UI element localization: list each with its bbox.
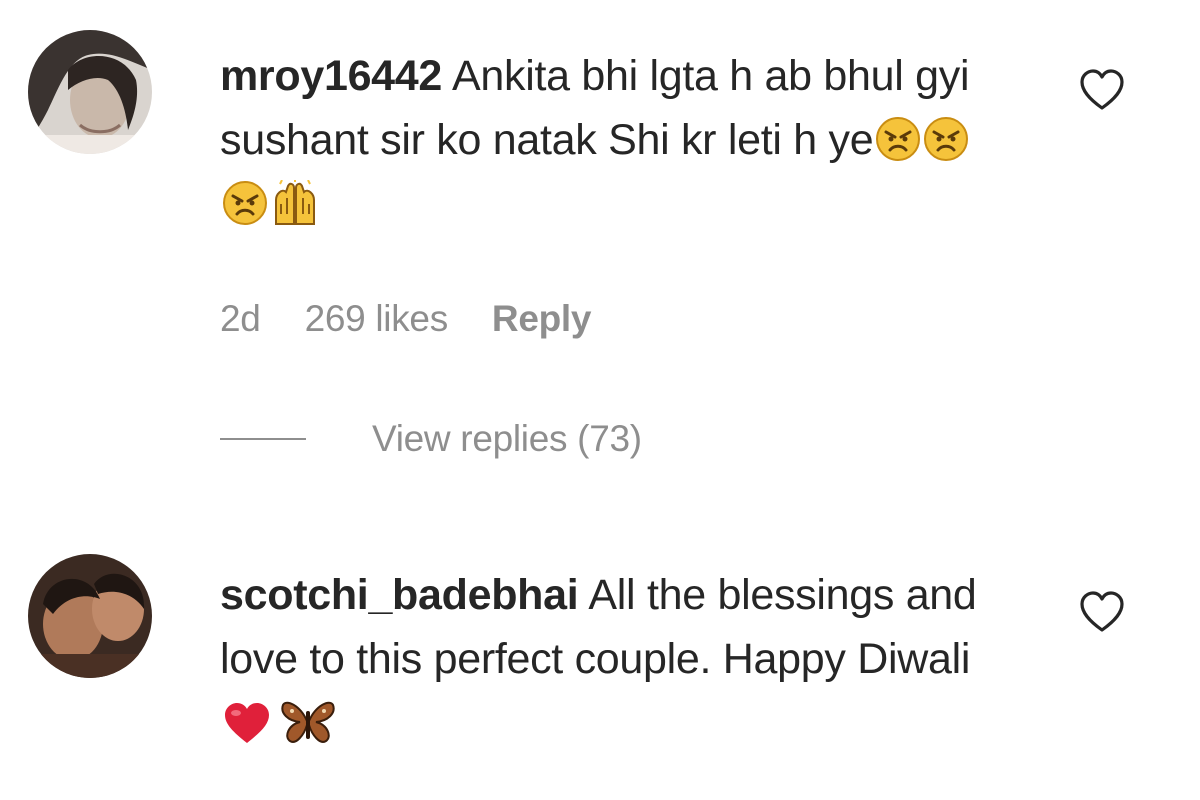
butterfly-icon <box>280 699 336 745</box>
angry-face-icon <box>222 180 268 226</box>
avatar-image <box>28 554 152 678</box>
avatar[interactable] <box>28 554 152 678</box>
angry-face-icon <box>875 116 921 162</box>
angry-face-icon <box>923 116 969 162</box>
comment-username[interactable]: mroy16442 <box>220 52 442 100</box>
reply-button[interactable]: Reply <box>492 298 592 339</box>
like-heart-icon[interactable] <box>1078 68 1126 112</box>
comment-username[interactable]: scotchi_badebhai <box>220 571 579 619</box>
comment-meta: 2d 269 likes Reply <box>220 298 635 340</box>
view-replies-button[interactable]: View replies (73) <box>372 418 642 460</box>
avatar[interactable] <box>28 30 152 154</box>
comment-likes[interactable]: 269 likes <box>305 298 449 339</box>
replies-divider <box>220 438 306 440</box>
red-heart-icon <box>222 701 272 745</box>
comment-text: mroy16442 Ankita bhi lgta h ab bhul gyi s… <box>220 44 1000 236</box>
comment-text: scotchi_badebhai All the blessings and lo… <box>220 563 1000 755</box>
like-heart-icon[interactable] <box>1078 590 1126 634</box>
avatar-image <box>28 30 152 154</box>
comment-time: 2d <box>220 298 261 339</box>
view-replies[interactable]: View replies (73) <box>220 418 642 460</box>
raising-hands-icon <box>270 180 320 226</box>
